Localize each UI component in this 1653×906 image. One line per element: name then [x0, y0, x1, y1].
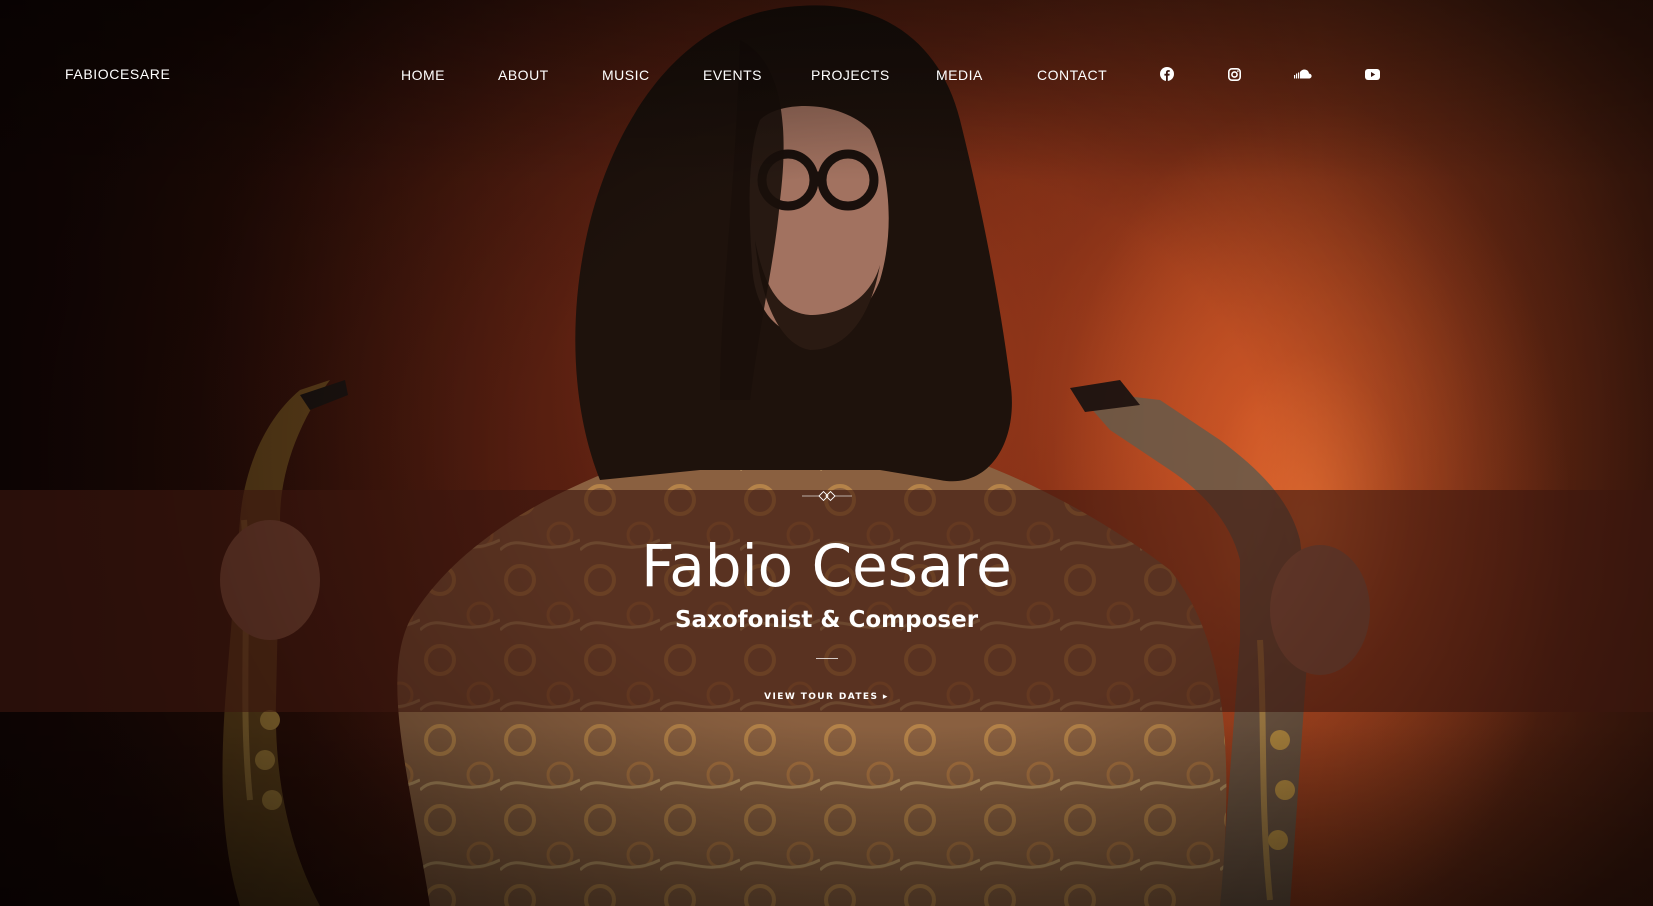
hero-title: Fabio Cesare [641, 532, 1012, 600]
nav-item-music[interactable]: MUSIC [602, 67, 650, 83]
nav-item-contact[interactable]: CONTACT [1037, 67, 1107, 83]
facebook-link[interactable] [1159, 66, 1175, 82]
hero-subtitle: Saxofonist & Composer [674, 607, 979, 633]
nav-item-about[interactable]: ABOUT [498, 67, 549, 83]
site-header: FABIOCESARE HOME ABOUT MUSIC EVENTS PROJ… [0, 0, 1653, 150]
nav-item-events[interactable]: EVENTS [703, 67, 762, 83]
instagram-link[interactable] [1226, 66, 1242, 82]
soundcloud-link[interactable] [1294, 66, 1312, 82]
nav-item-media[interactable]: MEDIA [936, 67, 983, 83]
hero-cta-container: VIEW TOUR DATES ▸ [0, 686, 1653, 704]
page: FABIOCESARE HOME ABOUT MUSIC EVENTS PROJ… [0, 0, 1653, 906]
nav-item-projects[interactable]: PROJECTS [811, 67, 890, 83]
hero-divider [816, 658, 838, 659]
facebook-icon [1160, 67, 1174, 81]
nav-item-home[interactable]: HOME [401, 67, 445, 83]
youtube-icon [1364, 68, 1380, 80]
diamond-ornament-icon [802, 490, 852, 502]
youtube-link[interactable] [1364, 66, 1380, 82]
site-logo[interactable]: FABIOCESARE [65, 66, 170, 82]
soundcloud-icon [1294, 69, 1312, 79]
instagram-icon [1227, 67, 1241, 81]
view-tour-dates-button[interactable]: VIEW TOUR DATES ▸ [764, 692, 889, 702]
